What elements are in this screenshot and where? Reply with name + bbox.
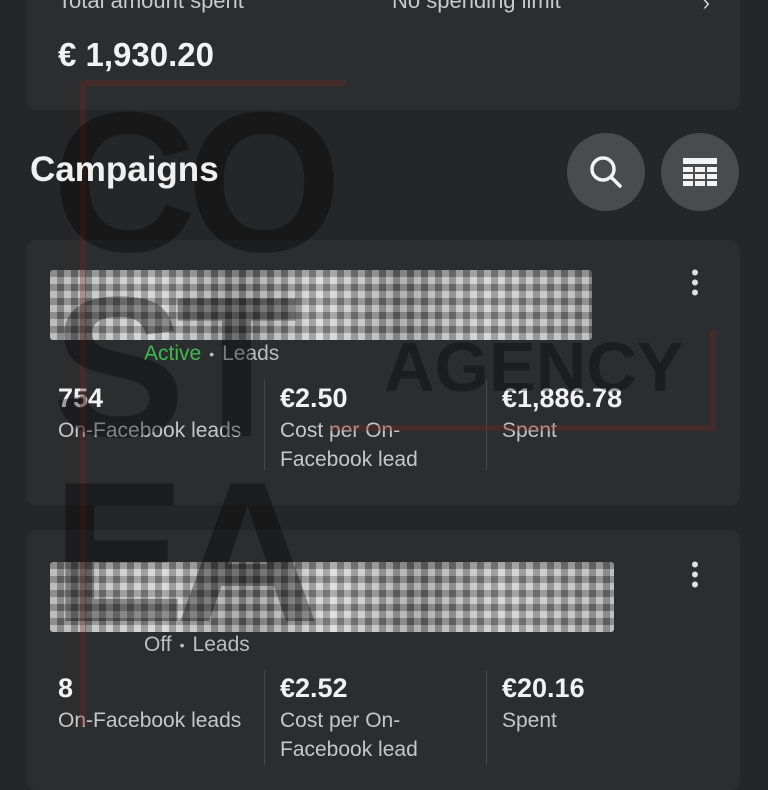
- separator-dot: •: [209, 346, 215, 363]
- status-off: Off: [144, 633, 172, 656]
- metric-leads: 8 On-Facebook leads: [58, 673, 268, 735]
- campaign-name-redacted: [50, 562, 614, 632]
- metric-label: Spent: [502, 419, 557, 442]
- spend-summary-card[interactable]: Total amount spent No spending limit € 1…: [26, 0, 740, 110]
- page-title: Campaigns: [30, 150, 219, 189]
- campaign-status-line: Active • Leads: [144, 342, 279, 366]
- campaign-name-redacted: [50, 270, 592, 340]
- metric-value: €20.16: [502, 673, 585, 703]
- divider: [264, 380, 265, 470]
- metric-value: 8: [58, 673, 74, 703]
- campaign-objective: Leads: [192, 633, 250, 656]
- columns-button[interactable]: [661, 133, 739, 211]
- campaign-card[interactable]: • • • Off • Leads 8 On-Facebook leads €2.52 …: [26, 530, 740, 790]
- chevron-right-icon[interactable]: ›: [703, 0, 710, 16]
- search-button[interactable]: [567, 133, 645, 211]
- metric-value: 754: [58, 383, 104, 413]
- divider: [264, 670, 265, 765]
- more-vertical-icon[interactable]: • • •: [690, 554, 700, 596]
- search-icon: [590, 156, 622, 188]
- status-active: Active: [144, 342, 202, 365]
- spending-limit-label: No spending limit: [392, 0, 561, 13]
- metric-cost-per-lead: €2.52 Cost per On-Facebook lead: [280, 673, 480, 764]
- metric-spent: €20.16 Spent: [502, 673, 712, 735]
- campaign-objective: Leads: [222, 342, 280, 365]
- divider: [486, 380, 487, 470]
- metric-value: €2.52: [280, 673, 348, 703]
- campaign-card[interactable]: • • • Active • Leads 754 On-Facebook leads €…: [26, 240, 740, 505]
- metric-leads: 754 On-Facebook leads: [58, 383, 268, 445]
- metric-value: €2.50: [280, 383, 348, 413]
- metric-label: Spent: [502, 709, 557, 732]
- metric-label: On-Facebook leads: [58, 709, 242, 732]
- separator-dot: •: [179, 637, 185, 654]
- metric-spent: €1,886.78 Spent: [502, 383, 712, 445]
- more-vertical-icon[interactable]: • • •: [690, 262, 700, 304]
- metric-label: On-Facebook leads: [58, 419, 242, 442]
- total-spent-label: Total amount spent: [58, 0, 244, 13]
- metric-cost-per-lead: €2.50 Cost per On-Facebook lead: [280, 383, 480, 474]
- table-icon: [683, 158, 717, 186]
- metric-label: Cost per On-Facebook lead: [280, 709, 418, 761]
- campaign-status-line: Off • Leads: [144, 633, 250, 657]
- divider: [486, 670, 487, 765]
- total-spent-value: € 1,930.20: [58, 36, 214, 73]
- metric-label: Cost per On-Facebook lead: [280, 419, 418, 471]
- metric-value: €1,886.78: [502, 383, 623, 413]
